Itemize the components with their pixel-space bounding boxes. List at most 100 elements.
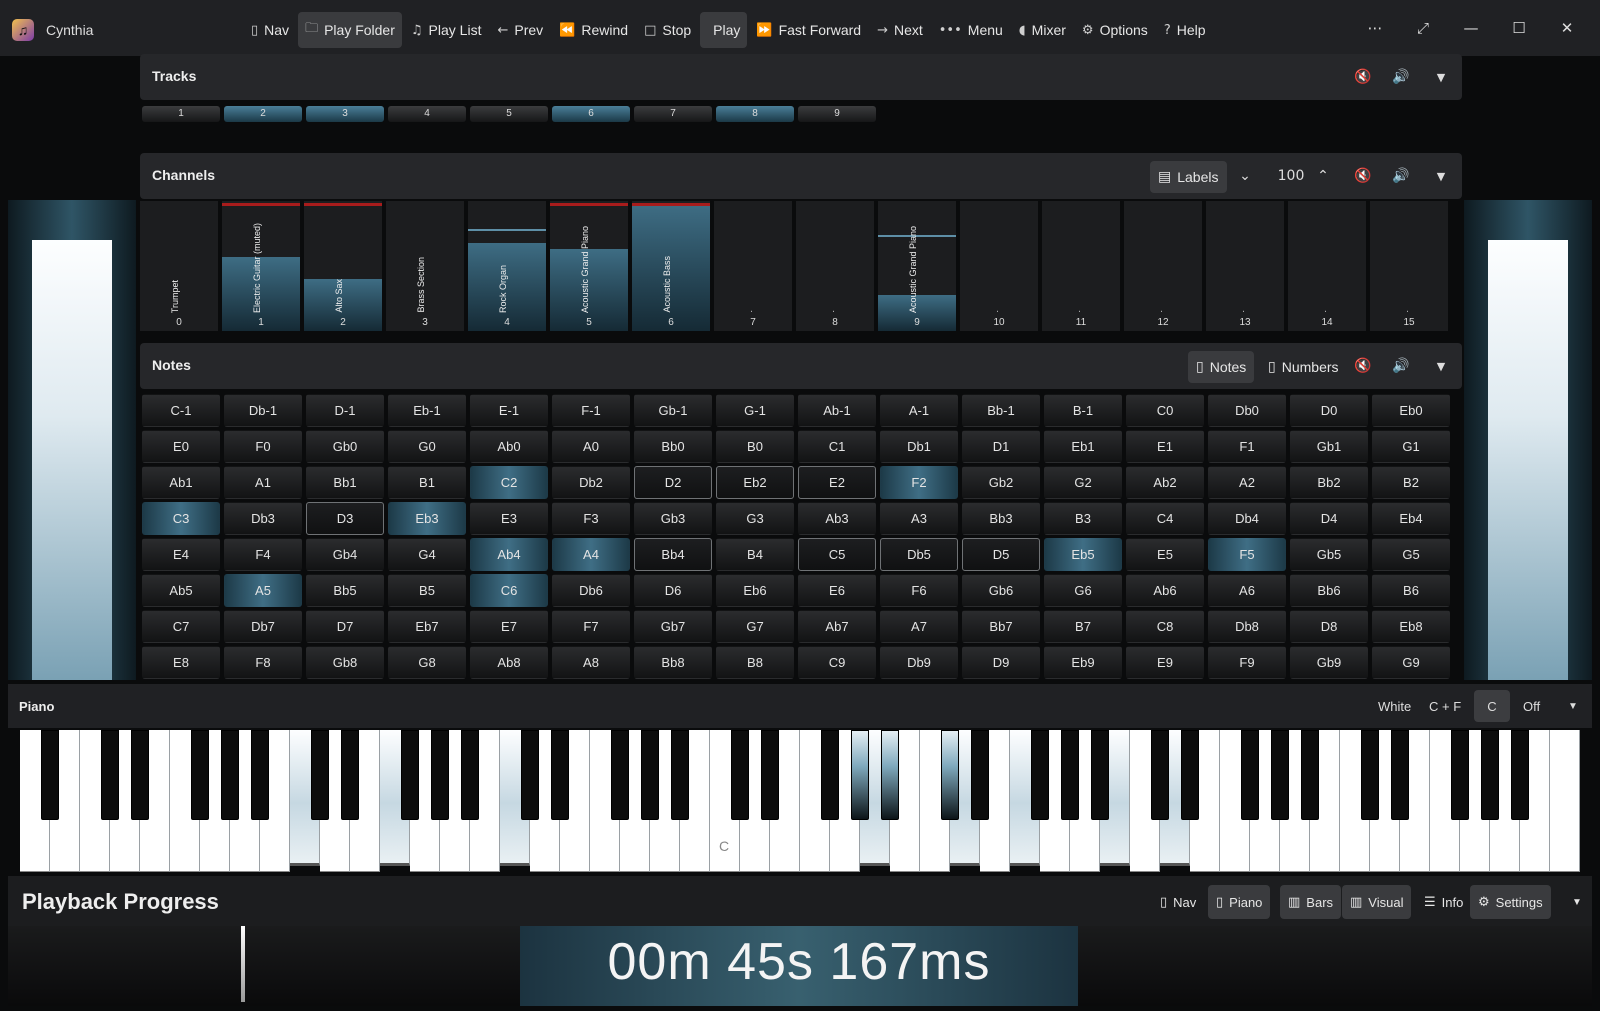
note-cell[interactable]: A6: [1208, 574, 1286, 607]
note-cell[interactable]: Bb4: [634, 538, 712, 571]
more-options-icon[interactable]: ⋯: [1360, 14, 1390, 42]
black-key[interactable]: [131, 730, 149, 820]
channel-meter[interactable]: Acoustic Grand Piano 5: [550, 201, 628, 331]
note-cell[interactable]: Bb3: [962, 502, 1040, 535]
c-plus-f-option[interactable]: C + F: [1429, 699, 1461, 714]
playback-position-marker[interactable]: [240, 926, 245, 1002]
channel-meter[interactable]: Trumpet 0: [140, 201, 218, 331]
note-cell[interactable]: A-1: [880, 394, 958, 427]
note-cell[interactable]: Eb1: [1044, 430, 1122, 463]
piano-view-button[interactable]: ▯ Piano: [1208, 885, 1271, 919]
channel-meter[interactable]: .7: [714, 201, 792, 331]
black-key[interactable]: [431, 730, 449, 820]
black-key[interactable]: [1031, 730, 1049, 820]
channel-meter[interactable]: Acoustic Bass 6: [632, 201, 710, 331]
note-cell[interactable]: C9: [798, 646, 876, 679]
track-button[interactable]: 9: [798, 106, 876, 122]
note-cell[interactable]: Ab6: [1126, 574, 1204, 607]
note-cell[interactable]: Gb2: [962, 466, 1040, 499]
channel-meter[interactable]: Alto Sax 2: [304, 201, 382, 331]
note-cell[interactable]: E9: [1126, 646, 1204, 679]
note-cell[interactable]: G6: [1044, 574, 1122, 607]
track-button[interactable]: 3: [306, 106, 384, 122]
note-cell[interactable]: C3: [142, 502, 220, 535]
note-cell[interactable]: Gb5: [1290, 538, 1368, 571]
note-cell[interactable]: Ab8: [470, 646, 548, 679]
chevron-down-icon[interactable]: ▼: [1426, 62, 1456, 92]
black-key[interactable]: [641, 730, 659, 820]
minimize-button[interactable]: —: [1456, 14, 1486, 42]
play-button[interactable]: Play: [700, 12, 748, 48]
black-key[interactable]: [1361, 730, 1379, 820]
note-cell[interactable]: F8: [224, 646, 302, 679]
note-cell[interactable]: D-1: [306, 394, 384, 427]
note-cell[interactable]: A0: [552, 430, 630, 463]
black-key[interactable]: [1391, 730, 1409, 820]
black-key[interactable]: [761, 730, 779, 820]
note-cell[interactable]: Gb9: [1290, 646, 1368, 679]
chevron-down-icon[interactable]: ▼: [1426, 161, 1456, 191]
help-button[interactable]: ? Help: [1157, 12, 1213, 48]
note-cell[interactable]: F0: [224, 430, 302, 463]
note-cell[interactable]: Ab5: [142, 574, 220, 607]
note-cell[interactable]: Gb3: [634, 502, 712, 535]
black-key[interactable]: [941, 730, 959, 820]
note-cell[interactable]: F3: [552, 502, 630, 535]
note-cell[interactable]: Db9: [880, 646, 958, 679]
note-cell[interactable]: Gb8: [306, 646, 384, 679]
note-cell[interactable]: A5: [224, 574, 302, 607]
note-cell[interactable]: B1: [388, 466, 466, 499]
note-cell[interactable]: Eb0: [1372, 394, 1450, 427]
note-cell[interactable]: C6: [470, 574, 548, 607]
mute-icon[interactable]: 🔇: [1348, 351, 1378, 381]
note-cell[interactable]: G2: [1044, 466, 1122, 499]
numbers-button[interactable]: ▯ Numbers: [1260, 351, 1347, 383]
volume-down-chevron-icon[interactable]: ⌄: [1230, 161, 1260, 191]
note-cell[interactable]: G0: [388, 430, 466, 463]
black-key[interactable]: [551, 730, 569, 820]
channel-meter[interactable]: . 14: [1288, 201, 1366, 331]
note-cell[interactable]: Eb-1: [388, 394, 466, 427]
channel-meter[interactable]: . 13: [1206, 201, 1284, 331]
note-cell[interactable]: D8: [1290, 610, 1368, 643]
note-cell[interactable]: Gb7: [634, 610, 712, 643]
note-cell[interactable]: Db4: [1208, 502, 1286, 535]
note-cell[interactable]: C8: [1126, 610, 1204, 643]
note-cell[interactable]: Gb4: [306, 538, 384, 571]
black-key[interactable]: [461, 730, 479, 820]
note-cell[interactable]: E7: [470, 610, 548, 643]
play-folder-button[interactable]: 🗀 Play Folder: [298, 12, 402, 48]
note-cell[interactable]: F4: [224, 538, 302, 571]
note-cell[interactable]: Gb1: [1290, 430, 1368, 463]
track-button[interactable]: 5: [470, 106, 548, 122]
volume-icon[interactable]: 🔊: [1386, 351, 1416, 381]
stop-button[interactable]: □ Stop: [637, 12, 698, 48]
volume-icon[interactable]: 🔊: [1386, 62, 1416, 92]
note-cell[interactable]: Bb6: [1290, 574, 1368, 607]
note-cell[interactable]: G7: [716, 610, 794, 643]
note-cell[interactable]: G-1: [716, 394, 794, 427]
bars-view-button[interactable]: ▥ Bars: [1280, 885, 1342, 919]
channel-meter[interactable]: . 12: [1124, 201, 1202, 331]
note-cell[interactable]: B5: [388, 574, 466, 607]
black-key[interactable]: [191, 730, 209, 820]
piano-keyboard[interactable]: C: [20, 730, 1580, 872]
note-cell[interactable]: Eb7: [388, 610, 466, 643]
note-cell[interactable]: Bb2: [1290, 466, 1368, 499]
note-cell[interactable]: A1: [224, 466, 302, 499]
channel-meter[interactable]: Rock Organ 4: [468, 201, 546, 331]
note-cell[interactable]: Eb6: [716, 574, 794, 607]
note-cell[interactable]: E4: [142, 538, 220, 571]
black-key[interactable]: [1481, 730, 1499, 820]
fullscreen-icon[interactable]: ⤢: [1408, 14, 1438, 42]
note-cell[interactable]: B4: [716, 538, 794, 571]
note-cell[interactable]: D0: [1290, 394, 1368, 427]
black-key[interactable]: [1061, 730, 1079, 820]
info-view-button[interactable]: ☰ Info: [1416, 885, 1471, 919]
chevron-down-icon[interactable]: ▼: [1564, 885, 1590, 919]
note-cell[interactable]: Db0: [1208, 394, 1286, 427]
prev-button[interactable]: ← Prev: [490, 12, 550, 48]
note-cell[interactable]: E8: [142, 646, 220, 679]
note-cell[interactable]: A2: [1208, 466, 1286, 499]
rewind-button[interactable]: ⏪ Rewind: [552, 12, 635, 48]
